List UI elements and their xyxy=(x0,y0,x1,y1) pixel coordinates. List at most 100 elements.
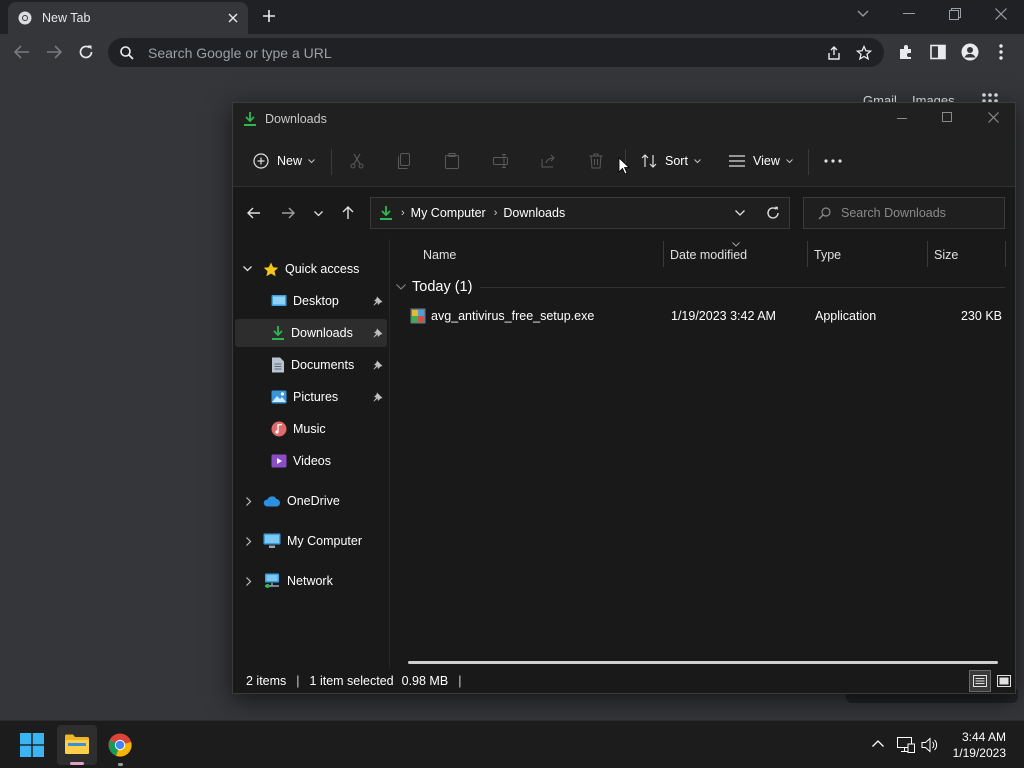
breadcrumb-chevron-icon: › xyxy=(493,207,498,219)
forward-icon[interactable] xyxy=(46,45,62,59)
table-row[interactable]: avg_antivirus_free_setup.exe 1/19/2023 3… xyxy=(402,305,1008,329)
reload-icon[interactable] xyxy=(78,44,94,60)
pin-icon[interactable] xyxy=(373,328,383,338)
new-button[interactable]: New xyxy=(253,149,315,173)
share-icon[interactable] xyxy=(826,45,842,61)
omnibox[interactable]: Search Google or type a URL xyxy=(108,38,884,67)
sidebar-item-label: Videos xyxy=(293,454,331,468)
file-name-cell: avg_antivirus_free_setup.exe xyxy=(431,309,595,323)
command-separator xyxy=(808,149,809,175)
sidebar-item-downloads[interactable]: Downloads xyxy=(235,319,387,347)
nav-my-computer[interactable]: My Computer xyxy=(235,527,387,555)
explorer-minimize-button[interactable] xyxy=(897,118,907,120)
show-hidden-icons-chevron-icon[interactable] xyxy=(872,740,884,747)
address-history-chevron-icon[interactable] xyxy=(735,210,745,216)
close-tab-icon[interactable] xyxy=(228,13,238,23)
nav-network-label: Network xyxy=(287,574,333,588)
refresh-icon[interactable] xyxy=(766,206,780,220)
installer-exe-icon xyxy=(410,308,426,324)
command-separator xyxy=(331,149,332,175)
explorer-maximize-button[interactable] xyxy=(942,112,952,122)
running-indicator xyxy=(70,762,84,765)
navigation-pane: Quick access Desktop Downloads Documents… xyxy=(233,239,389,669)
delete-button[interactable] xyxy=(589,149,603,173)
pin-icon[interactable] xyxy=(373,392,383,402)
sort-button-label: Sort xyxy=(665,154,688,168)
volume-icon[interactable] xyxy=(921,737,939,753)
sidebar-item-pictures[interactable]: Pictures xyxy=(235,383,387,411)
pin-icon[interactable] xyxy=(373,296,383,306)
address-bar[interactable]: › My Computer › Downloads xyxy=(370,197,790,229)
column-header-name[interactable]: Name xyxy=(423,239,456,271)
side-panel-icon[interactable] xyxy=(930,44,946,60)
nav-onedrive[interactable]: OneDrive xyxy=(235,487,387,515)
column-divider[interactable] xyxy=(807,241,808,267)
sort-button[interactable]: Sort xyxy=(641,149,701,173)
sidebar-item-documents[interactable]: Documents xyxy=(235,351,387,379)
chrome-minimize-button[interactable] xyxy=(903,13,915,15)
plus-circle-icon xyxy=(253,153,269,169)
back-arrow-icon[interactable] xyxy=(247,207,261,219)
column-header-type[interactable]: Type xyxy=(814,239,841,271)
recent-locations-chevron-icon[interactable] xyxy=(314,211,323,217)
column-divider[interactable] xyxy=(1005,241,1006,267)
file-date-cell: 1/19/2023 3:42 AM xyxy=(671,309,776,323)
breadcrumb-downloads[interactable]: Downloads xyxy=(503,206,565,220)
trash-icon xyxy=(589,153,603,169)
chevron-down-icon xyxy=(396,284,406,290)
sidebar-item-desktop[interactable]: Desktop xyxy=(235,287,387,315)
downloads-folder-icon xyxy=(379,205,393,221)
taskbar-file-explorer[interactable] xyxy=(57,725,97,765)
column-header-size[interactable]: Size xyxy=(934,239,958,271)
profile-avatar-icon[interactable] xyxy=(961,43,979,61)
nav-quick-access-label: Quick access xyxy=(285,262,360,276)
search-downloads-input[interactable]: Search Downloads xyxy=(803,197,1005,229)
rename-button[interactable] xyxy=(493,149,511,173)
status-separator: | xyxy=(458,674,462,688)
search-placeholder: Search Downloads xyxy=(841,206,946,220)
start-windows-icon[interactable] xyxy=(20,733,44,757)
back-icon[interactable] xyxy=(14,45,30,59)
nav-network[interactable]: Network xyxy=(235,567,387,595)
tab-search-icon[interactable] xyxy=(857,10,869,18)
cut-button[interactable] xyxy=(349,149,365,173)
view-button[interactable]: View xyxy=(729,149,793,173)
copy-icon xyxy=(397,153,411,169)
explorer-close-button[interactable] xyxy=(988,112,999,123)
chrome-restore-button[interactable] xyxy=(949,8,961,20)
column-divider[interactable] xyxy=(663,241,664,267)
chevron-down-icon xyxy=(694,158,701,164)
sidebar-item-music[interactable]: Music xyxy=(235,415,387,443)
taskbar-chrome-icon[interactable] xyxy=(108,733,132,766)
network-status-icon[interactable] xyxy=(897,737,915,753)
column-divider[interactable] xyxy=(927,241,928,267)
chrome-menu-icon[interactable] xyxy=(999,44,1003,60)
status-separator: | xyxy=(296,674,300,688)
new-tab-button[interactable] xyxy=(262,9,276,23)
bookmark-star-icon[interactable] xyxy=(856,44,872,61)
chrome-close-button[interactable] xyxy=(995,8,1007,20)
star-icon xyxy=(263,262,279,277)
share-button[interactable] xyxy=(541,149,557,173)
pin-icon[interactable] xyxy=(373,360,383,370)
file-list-pane: Name Date modified Type Size Today (1) a… xyxy=(390,239,1015,669)
large-icons-view-toggle[interactable] xyxy=(993,670,1015,692)
see-more-button[interactable] xyxy=(824,149,842,173)
forward-arrow-icon[interactable] xyxy=(281,207,295,219)
sidebar-item-videos[interactable]: Videos xyxy=(235,447,387,475)
group-header-today[interactable]: Today (1) xyxy=(396,277,472,297)
breadcrumb-my-computer[interactable]: My Computer xyxy=(411,206,486,220)
paste-button[interactable] xyxy=(445,149,459,173)
extensions-puzzle-icon[interactable] xyxy=(898,44,914,60)
rename-icon xyxy=(493,154,511,168)
horizontal-scrollbar[interactable] xyxy=(408,661,998,664)
clock[interactable]: 3:44 AM 1/19/2023 xyxy=(946,729,1006,761)
up-arrow-icon[interactable] xyxy=(342,206,354,220)
nav-quick-access[interactable]: Quick access xyxy=(235,255,387,283)
tab-new-tab[interactable]: New Tab xyxy=(8,2,248,34)
onedrive-cloud-icon xyxy=(263,495,281,507)
group-divider xyxy=(480,287,1005,288)
copy-button[interactable] xyxy=(397,149,411,173)
details-view-toggle[interactable] xyxy=(969,670,991,692)
file-size-cell: 230 KB xyxy=(960,309,1002,323)
